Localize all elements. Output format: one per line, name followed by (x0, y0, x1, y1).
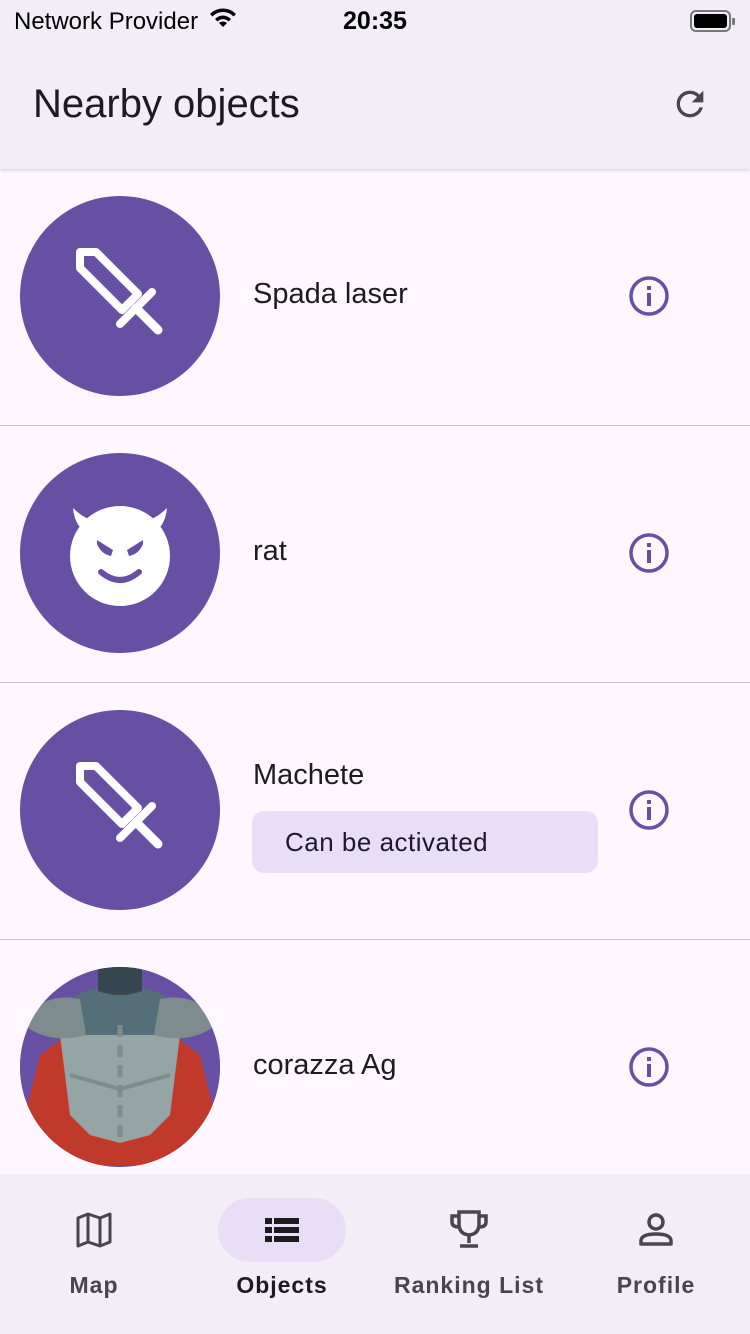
list-item[interactable]: Machete Can be activated (0, 683, 750, 940)
list-icon (262, 1210, 302, 1250)
object-avatar (20, 196, 220, 396)
app-bar: Nearby objects (0, 44, 750, 169)
map-icon (74, 1210, 114, 1250)
armor-image (20, 967, 220, 1167)
info-icon (628, 1046, 670, 1093)
nav-label: Map (69, 1272, 119, 1298)
nav-item-ranking-list[interactable]: Ranking List (375, 1198, 563, 1308)
person-icon (636, 1210, 676, 1250)
nav-item-profile[interactable]: Profile (562, 1198, 750, 1308)
list-item[interactable]: rat (0, 426, 750, 683)
bottom-navigation: Map Objects Ranking List Profile (0, 1174, 750, 1334)
nav-item-objects[interactable]: Objects (188, 1198, 376, 1308)
list-item[interactable]: Spada laser (0, 169, 750, 426)
object-name: Spada laser (253, 278, 408, 310)
trophy-icon (449, 1210, 489, 1250)
object-avatar (20, 967, 220, 1167)
object-name: rat (253, 535, 287, 567)
nav-item-map[interactable]: Map (0, 1198, 188, 1308)
devil-face-icon (65, 496, 175, 611)
info-button[interactable] (626, 1046, 672, 1092)
status-chip[interactable]: Can be activated (252, 811, 598, 873)
info-button[interactable] (626, 789, 672, 835)
info-icon (628, 789, 670, 836)
object-name: Machete (253, 759, 365, 791)
nav-label: Ranking List (393, 1272, 544, 1298)
nav-label: Profile (616, 1272, 696, 1298)
page-title: Nearby objects (33, 82, 300, 126)
sword-icon (70, 758, 170, 863)
info-icon (628, 275, 670, 322)
info-button[interactable] (626, 532, 672, 578)
battery-icon (690, 9, 736, 40)
refresh-button[interactable] (668, 84, 712, 128)
status-bar: Network Provider 20:35 (0, 0, 750, 44)
sword-icon (70, 244, 170, 349)
object-avatar (20, 710, 220, 910)
nav-label: Objects (236, 1272, 328, 1298)
info-button[interactable] (626, 275, 672, 321)
list-item[interactable]: corazza Ag (0, 940, 750, 1174)
objects-list: Spada laser rat Machete Can be activated… (0, 169, 750, 1174)
object-avatar (20, 453, 220, 653)
object-name: corazza Ag (253, 1049, 397, 1081)
refresh-icon (670, 84, 710, 129)
status-time: 20:35 (343, 7, 407, 35)
info-icon (628, 532, 670, 579)
